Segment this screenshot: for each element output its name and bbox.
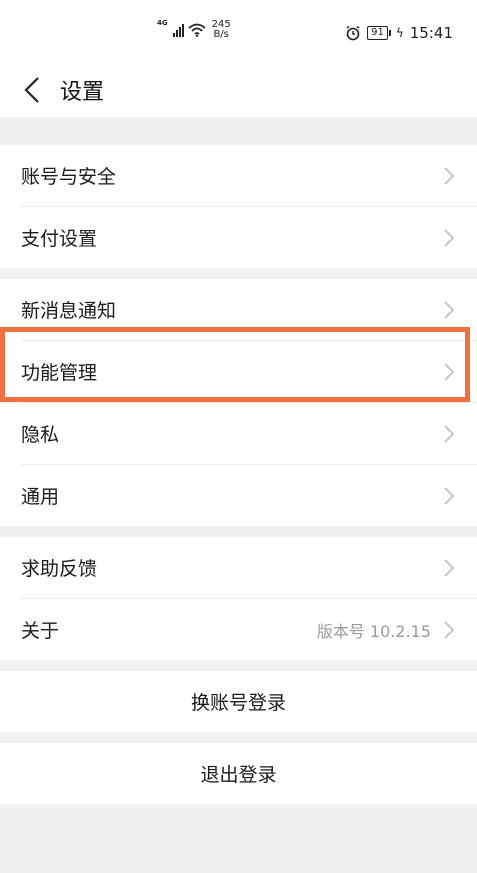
signal-icon — [172, 23, 184, 37]
settings-item-help-feedback[interactable]: 求助反馈 — [0, 537, 477, 598]
settings-item-general[interactable]: 通用 — [0, 465, 477, 526]
settings-item-payment[interactable]: 支付设置 — [0, 207, 477, 268]
settings-item-notifications[interactable]: 新消息通知 — [0, 279, 477, 340]
section-gap — [0, 660, 477, 671]
settings-item-label: 求助反馈 — [21, 558, 98, 580]
settings-item-account-security[interactable]: 账号与安全 — [0, 145, 477, 206]
network-speed: 245 B/s — [212, 20, 231, 40]
settings-item-label: 隐私 — [21, 424, 60, 446]
settings-group-help: 求助反馈 关于 版本号 10.2.15 — [0, 537, 477, 660]
section-gap — [0, 732, 477, 743]
page-title: 设置 — [60, 80, 105, 105]
settings-item-label: 支付设置 — [21, 228, 98, 250]
settings-item-label: 关于 — [21, 620, 60, 642]
settings-item-label: 账号与安全 — [21, 166, 117, 188]
chevron-right-icon — [444, 167, 455, 185]
network-type: 4G — [157, 19, 168, 27]
section-gap — [0, 117, 477, 145]
section-gap — [0, 526, 477, 537]
logout-button[interactable]: 退出登录 — [0, 743, 477, 804]
switch-account-button[interactable]: 换账号登录 — [0, 671, 477, 732]
settings-item-about[interactable]: 关于 版本号 10.2.15 — [0, 599, 477, 660]
chevron-right-icon — [444, 363, 455, 381]
settings-item-privacy[interactable]: 隐私 — [0, 403, 477, 464]
chevron-right-icon — [444, 425, 455, 443]
chevron-right-icon — [444, 621, 455, 639]
charging-icon: ϟ — [395, 26, 404, 40]
chevron-right-icon — [444, 559, 455, 577]
settings-group-general: 新消息通知 功能管理 隐私 通用 — [0, 279, 477, 526]
settings-item-label: 新消息通知 — [21, 300, 117, 322]
speed-unit: B/s — [213, 29, 229, 40]
battery-level: 91 — [371, 27, 384, 38]
chevron-right-icon — [444, 487, 455, 505]
section-gap — [0, 268, 477, 279]
status-bar: 4G 245 B/s 91 ϟ 15:41 — [0, 0, 477, 62]
version-text: 版本号 10.2.15 — [316, 621, 431, 641]
status-right: 91 ϟ 15:41 — [345, 24, 453, 42]
alarm-icon — [346, 25, 360, 41]
chevron-right-icon — [444, 301, 455, 319]
settings-item-label: 通用 — [21, 486, 60, 508]
settings-item-label: 功能管理 — [21, 362, 98, 384]
chevron-right-icon — [444, 229, 455, 247]
status-network: 4G 245 B/s — [157, 20, 231, 40]
title-bar: 设置 — [0, 62, 477, 117]
back-arrow-icon[interactable] — [22, 76, 42, 104]
battery-icon: 91 — [367, 26, 391, 40]
clock: 15:41 — [409, 24, 453, 42]
settings-item-feature-management[interactable]: 功能管理 — [0, 341, 477, 402]
settings-group-account: 账号与安全 支付设置 — [0, 145, 477, 268]
wifi-icon — [188, 23, 206, 37]
